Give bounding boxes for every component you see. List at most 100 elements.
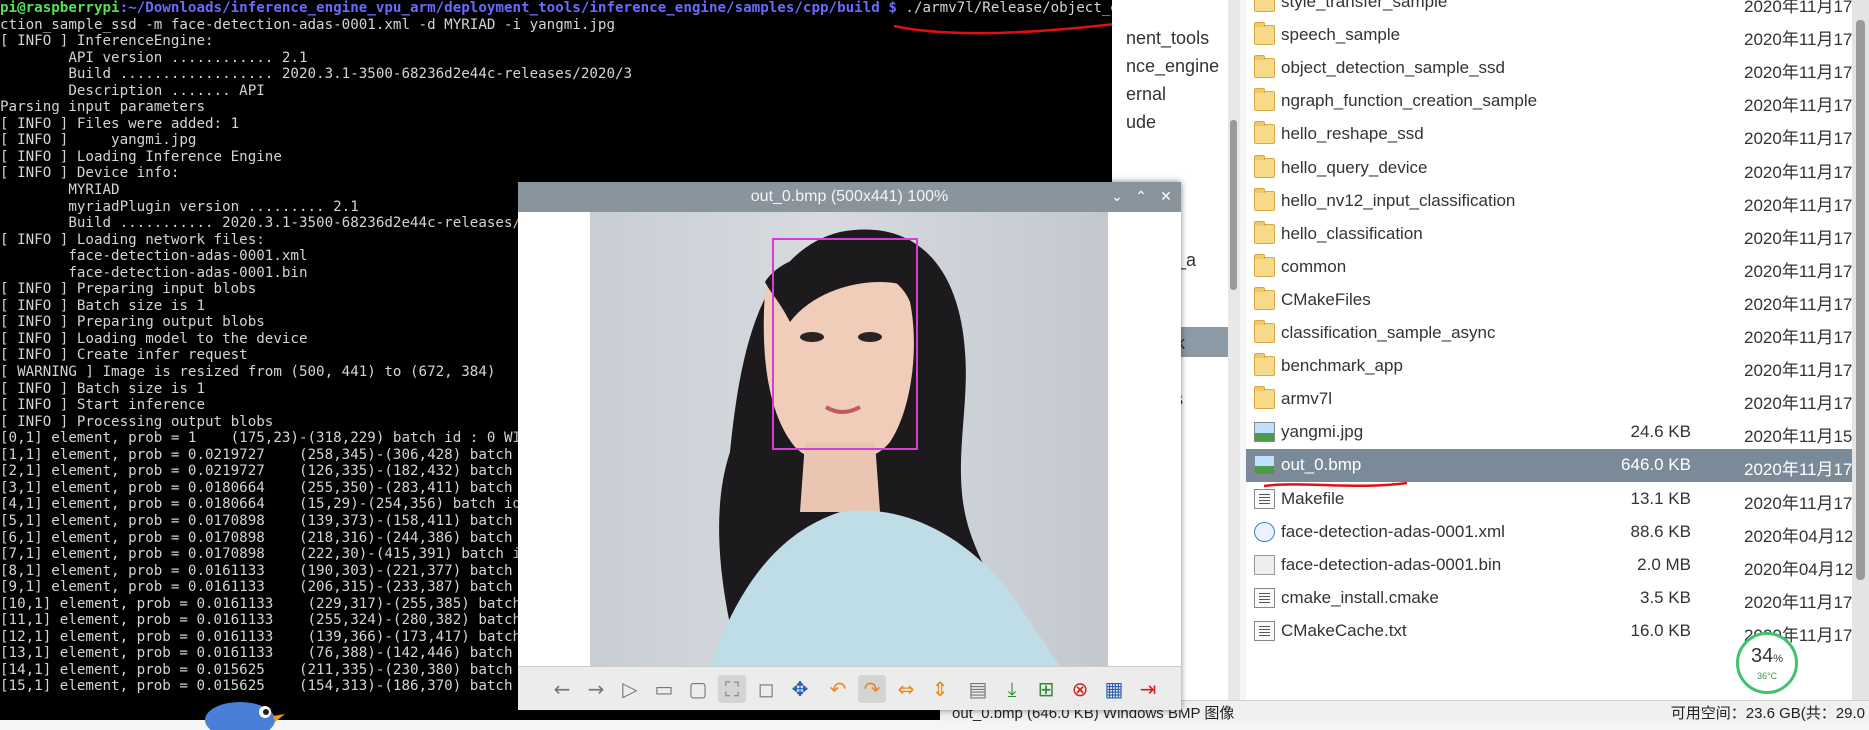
file-name: style_transfer_sample xyxy=(1281,0,1448,11)
viewer-image xyxy=(590,212,1108,666)
xml-icon xyxy=(1254,521,1275,542)
file-name: face-detection-adas-0001.bin xyxy=(1281,554,1502,574)
file-size: 16.0 KB xyxy=(1630,620,1692,640)
file-name: classification_sample_async xyxy=(1281,323,1496,342)
terminal-prompt-line: pi@raspberrypi:~/Downloads/inference_eng… xyxy=(0,0,1112,17)
tree-item[interactable]: ude xyxy=(1126,112,1156,133)
terminal-line: [ INFO ] Files were added: 1 xyxy=(0,115,240,132)
zoom-in-icon[interactable]: ▢ xyxy=(684,675,712,703)
file-size: 2.0 MB xyxy=(1637,554,1691,574)
file-row[interactable]: CMakeFiles 2020年11月17日 xyxy=(1246,284,1869,317)
folder-icon xyxy=(1254,22,1275,46)
file-list-scrollbar[interactable] xyxy=(1852,0,1869,700)
file-name: common xyxy=(1281,256,1347,276)
file-list-scrollbar-thumb[interactable] xyxy=(1856,20,1865,580)
maximize-button[interactable]: ⌃ xyxy=(1132,187,1150,205)
file-row[interactable]: hello_classification 2020年11月17日 xyxy=(1246,218,1869,251)
file-row[interactable]: armv7l 2020年11月17日 xyxy=(1246,383,1869,416)
tree-scrollbar-thumb[interactable] xyxy=(1230,120,1237,290)
folder-icon xyxy=(1254,55,1275,79)
file-name: benchmark_app xyxy=(1281,356,1403,376)
viewer-title: out_0.bmp (500x441) 100% xyxy=(750,188,949,205)
original-size-icon[interactable]: ◻ xyxy=(752,675,780,703)
folder-icon xyxy=(1254,286,1275,310)
file-date: 2020年11月17日 xyxy=(1744,394,1869,414)
file-date: 2020年11月17日 xyxy=(1744,195,1869,215)
quit-icon[interactable]: ⇥ xyxy=(1134,675,1162,703)
file-row[interactable]: face-detection-adas-0001.bin 2.0 MB 2020年0… xyxy=(1246,549,1869,582)
folder-icon xyxy=(1254,353,1275,377)
file-name: armv7l xyxy=(1281,389,1333,409)
cpu-usage-widget[interactable]: 34% 36°C xyxy=(1736,632,1798,694)
file-name: yangmi.jpg xyxy=(1281,422,1364,442)
file-row[interactable]: yangmi.jpg 24.6 KB 2020年11月15日 xyxy=(1246,416,1869,449)
file-date: 2020年11月17日 xyxy=(1744,129,1869,149)
annotation-underline-selected-file xyxy=(1263,481,1408,488)
file-row[interactable]: style_transfer_sample 2020年11月17日 xyxy=(1246,0,1869,19)
folder-icon xyxy=(1254,88,1275,112)
delete-icon[interactable]: ⊗ xyxy=(1066,675,1094,703)
folder-icon xyxy=(1254,154,1275,178)
file-name: cmake_install.cmake xyxy=(1281,587,1439,607)
minimize-button[interactable]: ⌄ xyxy=(1108,187,1126,205)
bin-icon xyxy=(1254,554,1275,575)
file-row[interactable]: hello_reshape_ssd 2020年11月17日 xyxy=(1246,118,1869,151)
detection-bounding-box xyxy=(772,238,918,450)
tree-item[interactable]: ernal xyxy=(1126,84,1166,105)
folder-icon xyxy=(1254,320,1275,343)
file-date: 2020年11月17日 xyxy=(1744,294,1869,314)
rotate-left-icon[interactable]: ↶ xyxy=(824,675,852,703)
file-row[interactable]: face-detection-adas-0001.xml 88.6 KB 2020年… xyxy=(1246,516,1869,549)
fit-window-icon[interactable]: ⛶ xyxy=(718,675,746,703)
tree-scrollbar[interactable] xyxy=(1228,0,1240,700)
cpu-temperature: 36°C xyxy=(1756,671,1778,681)
prompt-command: ./armv7l/Release/object_dete xyxy=(905,0,1112,16)
folder-icon xyxy=(1254,253,1275,277)
previous-icon[interactable]: ← xyxy=(548,675,576,703)
file-row[interactable]: common 2020年11月17日 xyxy=(1246,251,1869,284)
file-list-pane[interactable]: style_transfer_sample 2020年11月17日 speech_s… xyxy=(1246,0,1869,700)
image-viewer-window[interactable]: out_0.bmp (500x441) 100% ⌄ ⌃ ✕ ← → ▷ ▭ ▢… xyxy=(518,182,1181,710)
file-size: 88.6 KB xyxy=(1630,521,1692,541)
tree-item[interactable]: nce_engine xyxy=(1126,56,1219,77)
file-date: 2020年11月17日 xyxy=(1744,261,1869,281)
file-row[interactable]: hello_nv12_input_classification 2020年11月1… xyxy=(1246,185,1869,218)
file-row[interactable]: object_detection_sample_ssd 2020年11月17日 xyxy=(1246,52,1869,85)
file-row[interactable]: ngraph_function_creation_sample 2020年11月1… xyxy=(1246,85,1869,118)
rotate-right-icon[interactable]: ↷ xyxy=(858,675,886,703)
file-name: CMakeFiles xyxy=(1281,289,1371,309)
image-icon xyxy=(1254,422,1275,443)
viewer-titlebar[interactable]: out_0.bmp (500x441) 100% ⌄ ⌃ ✕ xyxy=(518,182,1181,212)
file-row[interactable]: benchmark_app 2020年11月17日 xyxy=(1246,350,1869,383)
file-date: 2020年11月17日 xyxy=(1744,0,1869,16)
file-row[interactable]: speech_sample 2020年11月17日 xyxy=(1246,19,1869,52)
mascot-doodle xyxy=(205,702,285,730)
annotation-underline-command xyxy=(893,22,1116,35)
image-icon xyxy=(1254,455,1275,476)
save-as-icon[interactable]: ⊞ xyxy=(1032,675,1060,703)
file-row[interactable]: cmake_install.cmake 3.5 KB 2020年11月17日 xyxy=(1246,582,1869,615)
file-size: 24.6 KB xyxy=(1630,422,1692,442)
slideshow-icon[interactable]: ▷ xyxy=(616,675,644,703)
file-row[interactable]: classification_sample_async 2020年11月17日 xyxy=(1246,317,1869,350)
file-date: 2020年11月17日 xyxy=(1744,162,1869,182)
folder-icon xyxy=(1254,187,1275,211)
zoom-out-icon[interactable]: ▭ xyxy=(650,675,678,703)
file-name: hello_nv12_input_classification xyxy=(1281,190,1516,210)
file-date: 2020年04月12日 xyxy=(1744,559,1869,579)
folder-icon xyxy=(1254,0,1275,12)
close-button[interactable]: ✕ xyxy=(1157,187,1175,205)
open-file-icon[interactable]: ▤ xyxy=(964,675,992,703)
file-date: 2020年11月17日 xyxy=(1744,30,1869,50)
file-name: hello_query_device xyxy=(1281,157,1428,177)
fullscreen-icon[interactable]: ✥ xyxy=(786,675,814,703)
preferences-icon[interactable]: ▦ xyxy=(1100,675,1128,703)
file-date: 2020年11月17日 xyxy=(1744,361,1869,381)
file-date: 2020年11月17日 xyxy=(1744,460,1869,480)
flip-horizontal-icon[interactable]: ⇔ xyxy=(892,675,920,703)
save-icon[interactable]: ⤓ xyxy=(998,675,1026,703)
flip-vertical-icon[interactable]: ⇕ xyxy=(926,675,954,703)
next-icon[interactable]: → xyxy=(582,675,610,703)
file-row[interactable]: hello_query_device 2020年11月17日 xyxy=(1246,152,1869,185)
tree-item[interactable]: nent_tools xyxy=(1126,28,1209,49)
